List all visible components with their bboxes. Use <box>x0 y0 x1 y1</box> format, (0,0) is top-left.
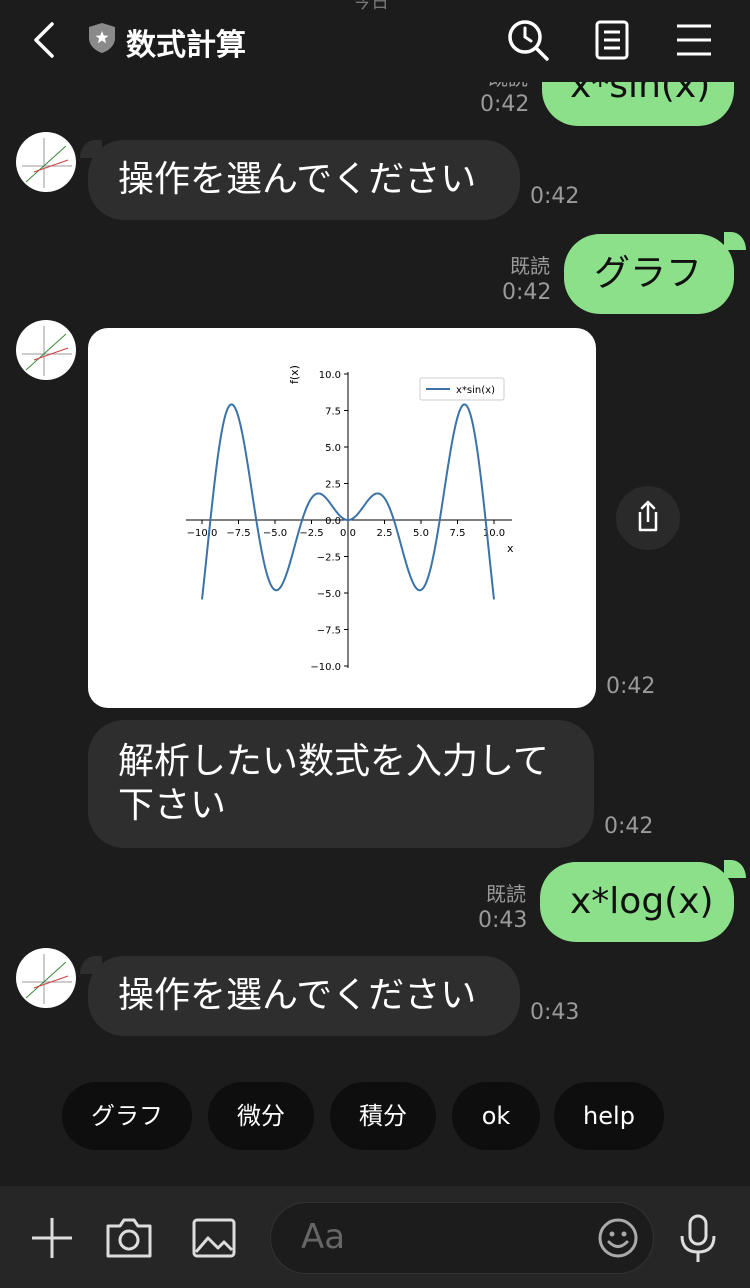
message-time: 0:42 <box>480 92 530 117</box>
chat-header: 今日 数式計算 <box>0 0 750 82</box>
outgoing-message-bubble: x*log(x) <box>540 862 734 942</box>
message-text: グラフ <box>594 253 703 294</box>
search-history-icon[interactable] <box>506 18 550 62</box>
incoming-message-bubble: 操作を選んでください <box>88 140 520 220</box>
message-text: 操作を選んでください <box>118 159 477 200</box>
y-tick-label: −7.5 <box>317 626 341 637</box>
shield-star-icon <box>89 23 115 53</box>
x-tick-label: 0.0 <box>340 528 356 539</box>
plus-icon[interactable] <box>28 1214 76 1262</box>
bot-avatar[interactable] <box>16 320 76 380</box>
y-tick-label: 10.0 <box>319 370 341 381</box>
chat-title: 数式計算 <box>126 28 246 63</box>
bot-avatar[interactable] <box>16 132 76 192</box>
emoji-icon[interactable] <box>597 1217 639 1259</box>
x-tick-label: −7.5 <box>226 528 250 539</box>
legend: x*sin(x) <box>419 377 505 401</box>
bubble-tail <box>724 232 746 250</box>
message-text: 解析したい数式を入力して <box>118 741 549 782</box>
message-time: 0:43 <box>478 908 528 933</box>
legend-label: x*sin(x) <box>456 385 495 396</box>
y-tick-label: −5.0 <box>317 589 341 600</box>
quick-reply-help[interactable]: help <box>554 1082 664 1150</box>
y-tick-label: 5.0 <box>325 443 341 454</box>
quick-reply-graph[interactable]: グラフ <box>62 1082 192 1150</box>
message-time: 0:42 <box>606 674 656 699</box>
message-input[interactable]: Aa <box>270 1202 654 1274</box>
notes-icon[interactable] <box>590 18 634 62</box>
message-input-placeholder: Aa <box>301 1217 346 1257</box>
share-icon <box>638 500 658 532</box>
menu-icon[interactable] <box>672 18 716 62</box>
share-button[interactable] <box>616 486 680 550</box>
y-tick-label: −2.5 <box>317 553 341 564</box>
function-plot: −10.0 −7.5 −5.0 −2.5 0.0 2.5 5.0 7.5 10.0 10.07.… <box>186 365 514 673</box>
quick-reply-derivative[interactable]: 微分 <box>208 1082 314 1150</box>
y-tick-label: 0.0 <box>325 516 341 527</box>
quick-reply-ok[interactable]: ok <box>452 1082 540 1150</box>
x-tick-label: −10.0 <box>187 528 218 539</box>
bubble-tail <box>724 860 746 878</box>
read-receipt: 既読 <box>510 254 550 278</box>
x-tick-label: 5.0 <box>413 528 429 539</box>
x-tick-label: 7.5 <box>450 528 466 539</box>
date-divider: 今日 <box>353 0 389 13</box>
image-icon[interactable] <box>190 1214 238 1262</box>
graph-image-message[interactable]: −10.0 −7.5 −5.0 −2.5 0.0 2.5 5.0 7.5 10.0 10.0 7.… <box>88 328 596 708</box>
outgoing-message-bubble: グラフ <box>564 234 734 314</box>
y-tick-label: 2.5 <box>325 480 341 491</box>
message-text: 操作を選んでください <box>118 975 477 1016</box>
message-text: 下さい <box>118 785 227 826</box>
x-tick-label: 2.5 <box>377 528 393 539</box>
bot-avatar[interactable] <box>16 948 76 1008</box>
x-axis-label: x <box>507 542 514 555</box>
message-time: 0:42 <box>502 280 552 305</box>
message-time: 0:42 <box>530 184 580 209</box>
quick-reply-integral[interactable]: 積分 <box>330 1082 436 1150</box>
camera-icon[interactable] <box>104 1214 154 1262</box>
y-tick-label: −10.0 <box>310 662 341 673</box>
y-tick-label: 7.5 <box>325 407 341 418</box>
incoming-message-bubble: 操作を選んでください <box>88 956 520 1036</box>
message-text: x*log(x) <box>570 881 714 922</box>
back-arrow-icon[interactable] <box>28 20 60 60</box>
incoming-message-bubble: 解析したい数式を入力して 下さい <box>88 720 594 848</box>
x-tick-label: −2.5 <box>299 528 323 539</box>
y-axis-label: f(x) <box>288 365 301 384</box>
x-tick-label: −5.0 <box>263 528 287 539</box>
message-time: 0:42 <box>604 814 654 839</box>
message-time: 0:43 <box>530 1000 580 1025</box>
microphone-icon[interactable] <box>676 1212 720 1264</box>
read-receipt: 既読 <box>486 882 526 906</box>
